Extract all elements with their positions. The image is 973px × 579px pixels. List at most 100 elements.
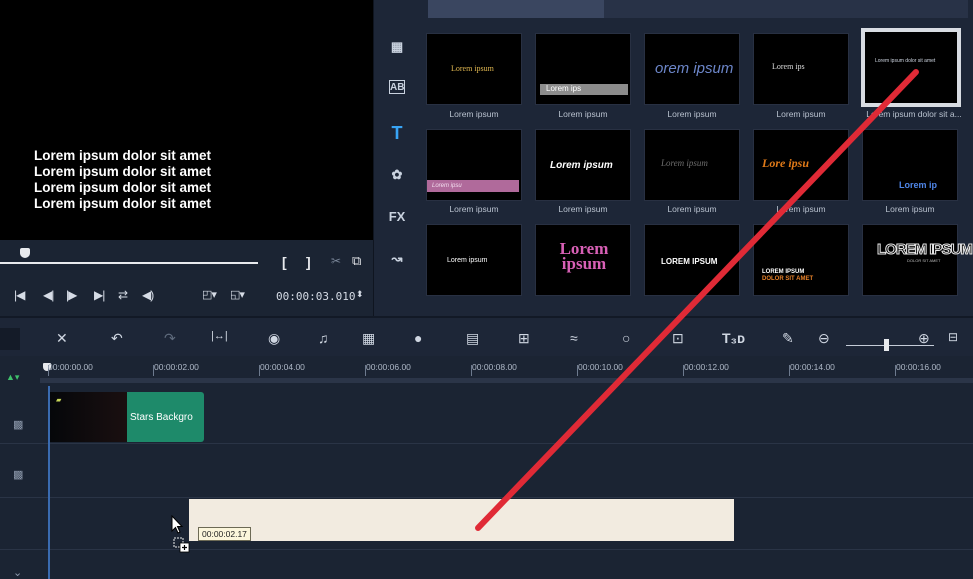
3d-title-icon[interactable]: T₃ᴅ (722, 330, 745, 346)
record-icon[interactable]: ◉ (268, 330, 280, 347)
clip-thumbnail-icon: ▰ (56, 397, 62, 404)
mark-in-button[interactable]: [ (282, 254, 287, 270)
drag-cursor-icon (171, 515, 190, 553)
library-tab[interactable] (428, 0, 604, 18)
ruler-header: ▲▾ (0, 356, 40, 386)
title-tile[interactable]: Lore ipsu (753, 129, 849, 201)
title-icon[interactable]: T (386, 122, 408, 144)
ruler-label: 00:00:02.00 (154, 362, 199, 372)
ruler-label: 00:00:16.00 (896, 362, 941, 372)
library-tab-strip (428, 0, 968, 18)
timecode-spinner-icon[interactable]: ⬍ (356, 289, 363, 300)
pan-zoom-icon[interactable]: ⊡ (672, 330, 684, 347)
ruler-base (40, 378, 973, 383)
tile-text: Lorem ipsum (559, 239, 609, 273)
ruler-label: 00:00:04.00 (260, 362, 305, 372)
tile-text: Lorem ipsum (447, 257, 488, 264)
overlay-track[interactable]: ▩ (0, 444, 973, 498)
preview-window[interactable]: Lorem ipsum dolor sit amet Lorem ipsum d… (0, 0, 373, 240)
transition-icon[interactable]: AB (389, 80, 405, 94)
title-editor-icon[interactable]: ▤ (466, 330, 479, 347)
fit-window-icon[interactable]: ⊟ (948, 330, 958, 344)
zoom-slider-handle[interactable] (884, 339, 889, 351)
title-tile[interactable]: Lorem ipsum (535, 129, 631, 201)
preview-title-text: Lorem ipsum dolor sit amet Lorem ipsum d… (34, 148, 211, 212)
title-tile[interactable]: Lorem ipsu (426, 129, 522, 201)
next-frame-button[interactable]: |▶ (66, 288, 77, 302)
tile-text: LOREM IPSUM (877, 241, 973, 259)
title-tile[interactable]: Lorem ip (862, 129, 958, 201)
transport-controls: |◀ ◀| |▶ ▶| ⇄ ◀) ◰▾ ◱▾ 00:00:03.010 ⬍ (0, 280, 373, 316)
title-tile[interactable]: LOREM IPSUM DOLOR SIT AMET (862, 224, 973, 296)
zoom-in-icon[interactable]: ⊕ (918, 330, 930, 347)
undo-icon[interactable]: ↶ (111, 330, 123, 347)
mask-icon[interactable]: ○ (622, 330, 630, 346)
copy-icon[interactable]: ⧉ (352, 253, 361, 269)
resize-icon[interactable]: ◱▾ (230, 288, 245, 301)
timeline-toolbar: ✕ ↶ ↷ |↔| ◉ ♫ ▦ ● ▤ ⊞ ≈ ○ ⊡ T₃ᴅ ✎ ⊖ ⊕ ⊟ (0, 316, 973, 356)
path-icon[interactable]: ↝ (386, 248, 408, 270)
end-button[interactable]: ▶| (94, 288, 105, 302)
redo-icon[interactable]: ↷ (164, 330, 176, 347)
volume-button[interactable]: ◀) (142, 288, 154, 302)
multi-camera-icon[interactable]: ▦ (362, 330, 375, 347)
title-tile[interactable]: LOREM IPSUM (644, 224, 740, 296)
ruler-label: 00:00:08.00 (472, 362, 517, 372)
video-editor-window: Lorem ipsum dolor sit amet Lorem ipsum d… (0, 0, 973, 579)
tile-text: Lorem ipsum (661, 158, 708, 168)
drop-time-tooltip: 00:00:02.17 (198, 527, 251, 541)
tile-caption: Lorem ipsum (776, 109, 826, 119)
tile-text: Lorem ipsum dolor sit amet (875, 58, 936, 64)
title-tile[interactable]: Lorem ipsum (426, 224, 522, 296)
tile-caption: Lorem ipsum (558, 204, 608, 214)
clip-thumbnail[interactable]: ▰ (50, 392, 127, 442)
tile-text: Lorem ips (540, 84, 628, 95)
ruler-label: 00:00:10.00 (578, 362, 623, 372)
split-screen-icon[interactable]: ⊞ (518, 330, 530, 347)
track-header (0, 498, 40, 549)
title-library: Lorem ipsum Lorem ipsum Lorem ips Lorem … (418, 0, 973, 316)
tools-icon[interactable]: ✕ (56, 330, 68, 347)
home-button[interactable]: |◀ (14, 288, 25, 302)
title-tile[interactable]: Lorem ipsum (644, 129, 740, 201)
timecode-display[interactable]: 00:00:03.010 (276, 287, 364, 307)
graphics-icon[interactable]: ✿ (386, 164, 408, 186)
lower-track[interactable] (0, 550, 973, 579)
title-tile-selected[interactable]: Lorem ipsum dolor sit amet (861, 28, 961, 107)
library-category-toolbar: ▦ AB T ✿ FX ↝ (373, 0, 418, 316)
previous-frame-button[interactable]: ◀| (43, 288, 54, 302)
media-icon[interactable]: ▦ (386, 36, 408, 58)
track-header: ▩ (0, 444, 40, 497)
preview-line: Lorem ipsum dolor sit amet (34, 180, 212, 195)
toolbar-side-box (0, 328, 20, 350)
fit-project-icon[interactable]: |↔| (211, 330, 228, 342)
title-tile[interactable]: Lorem ips (535, 33, 631, 105)
expand-tracks-icon[interactable]: ⌄ (13, 566, 22, 579)
scrub-bar[interactable] (0, 262, 258, 264)
split-clip-icon[interactable]: ✂ (331, 254, 341, 268)
repeat-button[interactable]: ⇄ (118, 288, 128, 302)
scrub-handle[interactable] (20, 248, 30, 258)
title-tile[interactable]: LOREM IPSUM DOLOR SIT AMET (753, 224, 849, 296)
sound-mixer-icon[interactable]: ♫ (318, 330, 329, 346)
title-tile[interactable]: Lorem ipsum (535, 224, 631, 296)
track-visibility-icon[interactable]: ▩ (13, 418, 23, 431)
title-drop-placeholder (189, 499, 734, 541)
tile-caption: Lorem ipsum (667, 204, 717, 214)
track-visibility-icon[interactable]: ▩ (13, 468, 23, 481)
track-manager-icon[interactable]: ▲▾ (6, 372, 19, 383)
tile-caption: Lorem ipsum (885, 204, 935, 214)
fx-icon[interactable]: FX (386, 206, 408, 228)
motion-tracking-icon[interactable]: ≈ (570, 330, 578, 346)
title-tile[interactable]: Lorem ips (753, 33, 849, 105)
color-icon[interactable]: ● (414, 330, 422, 346)
aspect-icon[interactable]: ◰▾ (202, 288, 217, 301)
preview-line: Lorem ipsum dolor sit amet (34, 148, 212, 163)
stars-background-clip[interactable]: Stars Backgro (127, 392, 204, 442)
timeline-ruler[interactable]: ▲▾ 00:00:00.00 00:00:02.00 00:00:04.00 0… (0, 356, 973, 386)
mark-out-button[interactable]: ] (306, 254, 311, 270)
title-tile[interactable]: orem ipsum (644, 33, 740, 105)
edit-icon[interactable]: ✎ (782, 330, 794, 347)
zoom-out-icon[interactable]: ⊖ (818, 330, 830, 347)
title-tile[interactable]: Lorem ipsum (426, 33, 522, 105)
